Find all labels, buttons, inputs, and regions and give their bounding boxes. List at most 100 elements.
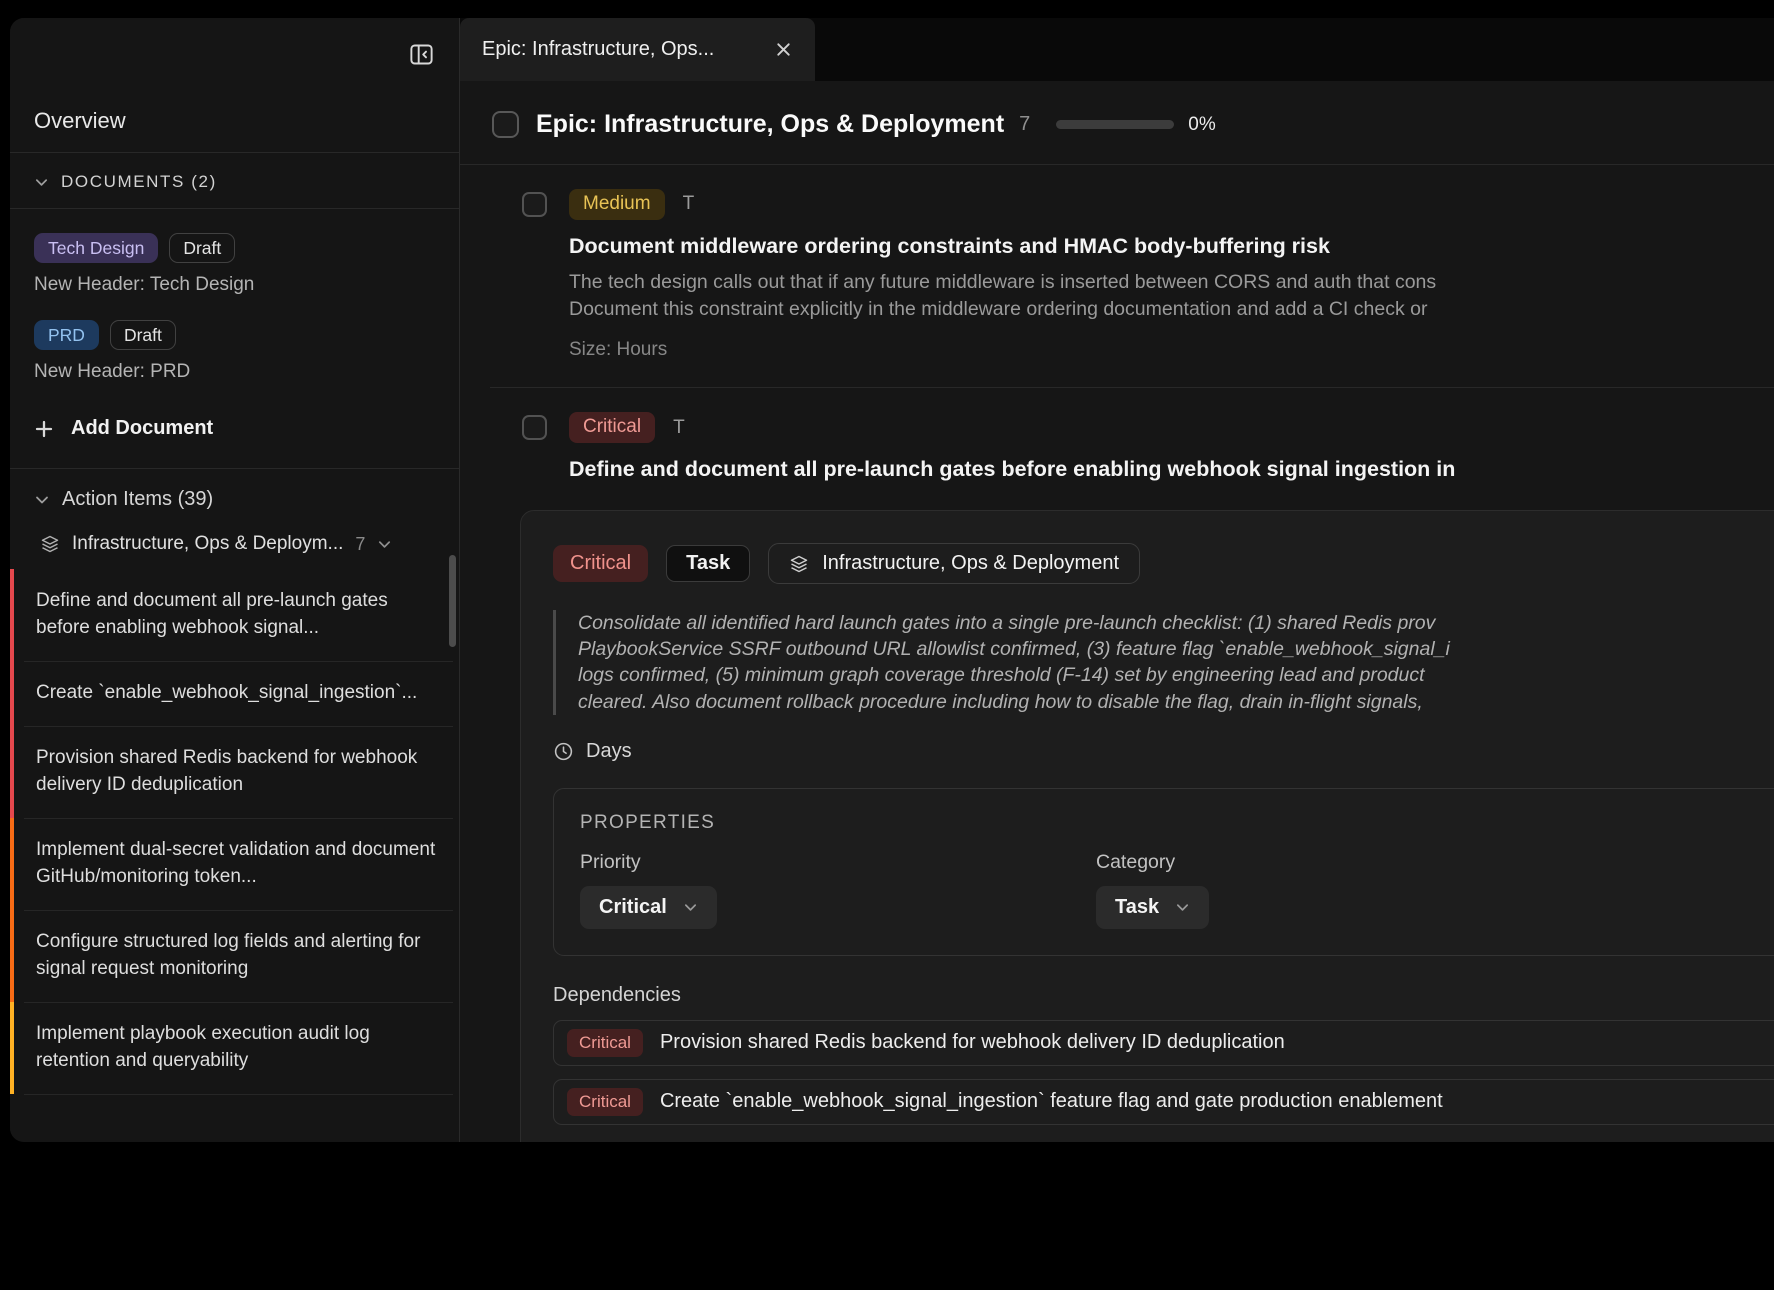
chevron-down-icon — [377, 537, 392, 552]
detail-badges: Critical Task Infrastructure, Ops & Depl… — [553, 543, 1774, 584]
dependency-item[interactable]: Critical Provision shared Redis backend … — [553, 1020, 1774, 1066]
epic-content: Epic: Infrastructure, Ops & Deployment 7… — [460, 81, 1774, 1142]
quote-line: cleared. Also document rollback procedur… — [578, 689, 1774, 715]
epic-group-count: 7 — [355, 534, 365, 555]
task-description-line: Document this constraint explicitly in t… — [569, 296, 1774, 323]
documents-list: Tech Design Draft New Header: Tech Desig… — [10, 209, 459, 468]
layers-icon — [789, 554, 809, 574]
action-item-list: Define and document all pre-launch gates… — [10, 569, 459, 1142]
list-item[interactable]: Implement dual-secret validation and doc… — [10, 818, 459, 910]
priority-dropdown[interactable]: Critical — [580, 886, 717, 929]
documents-section-label: DOCUMENTS (2) — [61, 172, 217, 192]
list-item[interactable]: Provision shared Redis backend for webho… — [10, 726, 459, 818]
sidebar-header — [10, 18, 459, 90]
add-document-button[interactable]: Add Document — [34, 417, 435, 468]
epic-task-count: 7 — [1019, 113, 1030, 136]
task-title[interactable]: Document middleware ordering constraints… — [569, 234, 1774, 259]
sidebar: Overview DOCUMENTS (2) Tech Design Draft… — [10, 18, 460, 1142]
task-description-quote: Consolidate all identified hard launch g… — [553, 610, 1774, 715]
quote-line: PlaybookService SSRF outbound URL allowl… — [578, 636, 1774, 662]
quote-line: logs confirmed, (5) minimum graph covera… — [578, 662, 1774, 688]
sidebar-scrollbar-thumb[interactable] — [449, 555, 456, 647]
chevron-down-icon — [683, 900, 698, 915]
list-item[interactable]: Create `enable_webhook_signal_ingestion`… — [10, 661, 459, 726]
task-row[interactable]: Medium T Document middleware ordering co… — [460, 165, 1774, 387]
epic-group-row[interactable]: Infrastructure, Ops & Deploym... 7 — [10, 527, 459, 569]
category-column: Category Task — [1096, 834, 1774, 929]
document-item[interactable]: Tech Design Draft New Header: Tech Desig… — [34, 233, 435, 296]
documents-section-header[interactable]: DOCUMENTS (2) — [10, 153, 459, 208]
task-type-letter: T — [683, 193, 695, 215]
sidebar-collapse-icon[interactable] — [408, 41, 435, 68]
properties-header: PROPERTIES — [580, 812, 1774, 834]
tab-bar: Epic: Infrastructure, Ops... — [460, 18, 1774, 81]
priority-badge: Critical — [567, 1029, 643, 1057]
layers-icon — [40, 534, 60, 554]
epic-progress-percent: 0% — [1188, 114, 1215, 136]
properties-panel: PROPERTIES Priority Critical — [553, 788, 1774, 956]
priority-label: Priority — [580, 851, 1096, 874]
epic-header: Epic: Infrastructure, Ops & Deployment 7… — [460, 81, 1774, 164]
task-row[interactable]: Critical T Define and document all pre-l… — [460, 388, 1774, 490]
app-window: Overview DOCUMENTS (2) Tech Design Draft… — [10, 18, 1774, 1142]
epic-title: Epic: Infrastructure, Ops & Deployment — [536, 110, 1004, 139]
main-area: Epic: Infrastructure, Ops... Epic: Infra… — [460, 18, 1774, 1142]
list-item[interactable]: Implement playbook execution audit log r… — [10, 1002, 459, 1094]
document-badges: PRD Draft — [34, 320, 435, 350]
task-title[interactable]: Define and document all pre-launch gates… — [569, 457, 1774, 482]
effort-row: Days — [553, 740, 1774, 763]
overview-link[interactable]: Overview — [10, 90, 459, 152]
epic-checkbox[interactable] — [492, 111, 519, 138]
doc-type-badge: Tech Design — [34, 233, 158, 263]
action-items-section-label: Action Items (39) — [62, 488, 213, 511]
category-dropdown[interactable]: Task — [1096, 886, 1209, 929]
plus-icon — [34, 419, 54, 439]
doc-status-badge: Draft — [110, 320, 176, 350]
doc-status-badge: Draft — [169, 233, 235, 263]
task-description-line: The tech design calls out that if any fu… — [569, 269, 1774, 296]
dependencies-header: Dependencies — [553, 984, 1774, 1007]
clock-icon — [553, 741, 574, 762]
task-meta: Critical T — [569, 412, 1774, 443]
close-icon[interactable] — [774, 40, 793, 59]
epic-progress-bar — [1056, 120, 1174, 129]
category-badge-label: Infrastructure, Ops & Deployment — [822, 552, 1119, 575]
dependency-title: Provision shared Redis backend for webho… — [660, 1031, 1285, 1054]
category-dropdown-value: Task — [1115, 896, 1159, 919]
document-title[interactable]: New Header: PRD — [34, 361, 435, 383]
properties-grid: Priority Critical Category Tas — [580, 834, 1774, 929]
quote-line: Consolidate all identified hard launch g… — [578, 610, 1774, 636]
tab-epic[interactable]: Epic: Infrastructure, Ops... — [460, 18, 815, 81]
document-title[interactable]: New Header: Tech Design — [34, 274, 435, 296]
dependency-title: Create `enable_webhook_signal_ingestion`… — [660, 1090, 1443, 1113]
document-item[interactable]: PRD Draft New Header: PRD — [34, 320, 435, 383]
document-badges: Tech Design Draft — [34, 233, 435, 263]
chevron-down-icon — [34, 175, 49, 190]
add-document-label: Add Document — [71, 417, 213, 440]
task-meta: Medium T — [569, 189, 1774, 220]
priority-badge: Critical — [569, 412, 655, 443]
doc-type-badge: PRD — [34, 320, 99, 350]
task-checkbox[interactable] — [522, 192, 547, 217]
priority-dropdown-value: Critical — [599, 896, 667, 919]
priority-column: Priority Critical — [580, 834, 1096, 929]
dependency-item[interactable]: Critical Create `enable_webhook_signal_i… — [553, 1079, 1774, 1125]
task-size: Size: Hours — [569, 339, 1774, 361]
task-type-letter: T — [673, 417, 685, 439]
list-item[interactable]: Configure structured log fields and aler… — [10, 910, 459, 1002]
category-label: Category — [1096, 851, 1774, 874]
task-body: Critical T Define and document all pre-l… — [569, 412, 1774, 482]
tab-title: Epic: Infrastructure, Ops... — [482, 38, 760, 61]
priority-badge: Medium — [569, 189, 665, 220]
type-badge[interactable]: Task — [666, 545, 750, 582]
epic-group-label: Infrastructure, Ops & Deploym... — [72, 533, 343, 555]
effort-label: Days — [586, 740, 632, 763]
task-checkbox[interactable] — [522, 415, 547, 440]
chevron-down-icon — [34, 492, 50, 508]
category-badge[interactable]: Infrastructure, Ops & Deployment — [768, 543, 1140, 584]
priority-badge: Critical — [567, 1088, 643, 1116]
priority-badge[interactable]: Critical — [553, 545, 648, 582]
list-item[interactable]: Define and document all pre-launch gates… — [10, 569, 459, 661]
task-body: Medium T Document middleware ordering co… — [569, 189, 1774, 361]
action-items-section-header[interactable]: Action Items (39) — [10, 469, 459, 527]
